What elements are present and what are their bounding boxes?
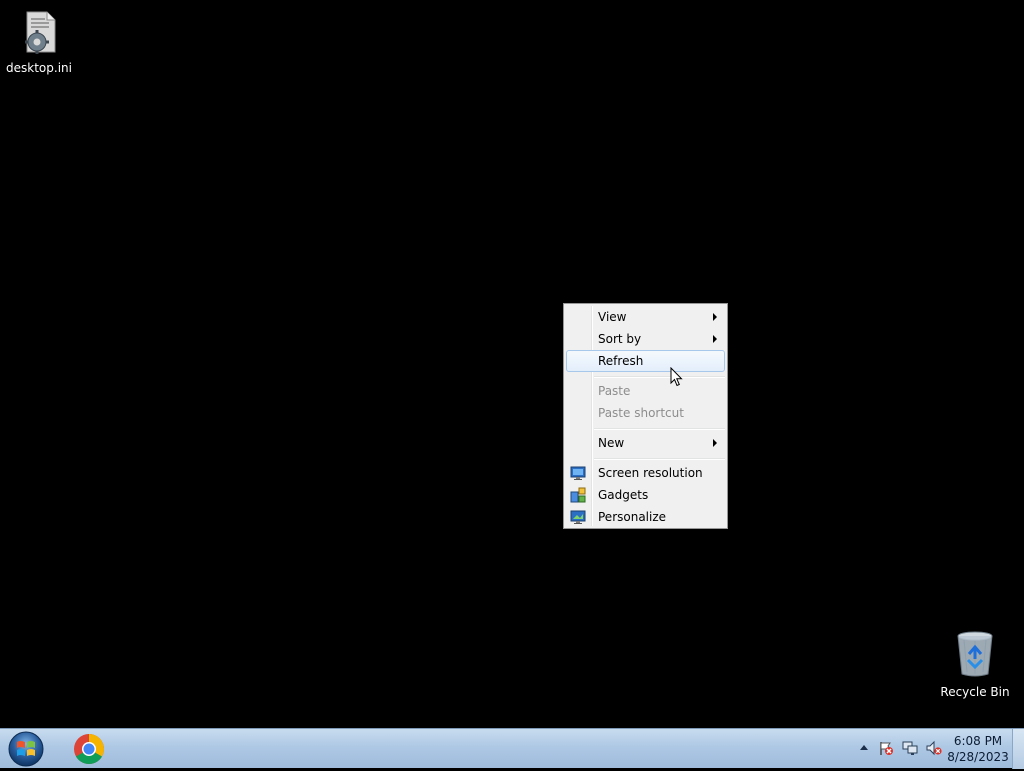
recycle-bin-icon: [957, 631, 993, 677]
taskbar: 6:08 PM 8/28/2023: [0, 728, 1024, 769]
menu-item-view[interactable]: View: [566, 306, 725, 328]
action-center-flag-icon[interactable]: [878, 740, 894, 756]
desktop-context-menu: View Sort by Refresh Paste Paste shortcu…: [563, 303, 728, 529]
desktop-icon-label: Recycle Bin: [940, 685, 1010, 699]
system-tray: 6:08 PM 8/28/2023: [834, 729, 1024, 769]
menu-item-label: Paste: [598, 384, 631, 398]
menu-item-personalize[interactable]: Personalize: [566, 506, 725, 528]
chrome-icon: [74, 734, 105, 765]
menu-item-gadgets[interactable]: Gadgets: [566, 484, 725, 506]
menu-item-label: New: [598, 436, 625, 450]
menu-item-label: Sort by: [598, 332, 642, 346]
submenu-arrow-icon: [713, 313, 717, 321]
menu-item-label: Gadgets: [598, 488, 649, 502]
menu-item-label: Screen resolution: [598, 466, 703, 480]
volume-muted-icon[interactable]: [926, 740, 942, 756]
desktop-icon-desktop-ini[interactable]: desktop.ini: [1, 10, 77, 75]
menu-item-screen-resolution[interactable]: Screen resolution: [566, 462, 725, 484]
screen-resolution-icon: [570, 466, 586, 480]
windows-start-icon: [8, 731, 44, 767]
menu-separator: [594, 428, 725, 430]
menu-item-paste-shortcut[interactable]: Paste shortcut: [566, 402, 725, 424]
taskbar-chrome-button[interactable]: [66, 731, 112, 767]
gadgets-icon: [570, 487, 586, 503]
personalize-icon: [570, 510, 586, 524]
show-hidden-icons-arrow[interactable]: [860, 745, 868, 750]
start-button[interactable]: [6, 730, 46, 768]
menu-item-refresh[interactable]: Refresh: [566, 350, 725, 372]
menu-item-label: View: [598, 310, 627, 324]
menu-item-new[interactable]: New: [566, 432, 725, 454]
desktop-icon-recycle-bin[interactable]: Recycle Bin: [937, 630, 1013, 699]
menu-item-label: Personalize: [598, 510, 667, 524]
submenu-arrow-icon: [713, 439, 717, 447]
ini-file-icon: [25, 11, 56, 54]
show-desktop-button[interactable]: [1012, 729, 1024, 769]
mouse-cursor-icon: [670, 367, 683, 387]
desktop[interactable]: desktop.ini Recycle Bin View Sort by Ref…: [0, 0, 1024, 728]
menu-item-paste[interactable]: Paste: [566, 380, 725, 402]
network-icon[interactable]: [902, 740, 918, 756]
taskbar-clock[interactable]: 6:08 PM 8/28/2023: [946, 733, 1010, 765]
menu-item-label: Refresh: [598, 354, 644, 368]
menu-separator: [594, 458, 725, 460]
menu-item-label: Paste shortcut: [598, 406, 684, 420]
clock-time: 6:08 PM: [953, 734, 1003, 748]
menu-separator: [594, 376, 725, 378]
menu-item-sort-by[interactable]: Sort by: [566, 328, 725, 350]
submenu-arrow-icon: [713, 335, 717, 343]
clock-date: 8/28/2023: [947, 750, 1009, 764]
desktop-icon-label: desktop.ini: [6, 61, 72, 75]
